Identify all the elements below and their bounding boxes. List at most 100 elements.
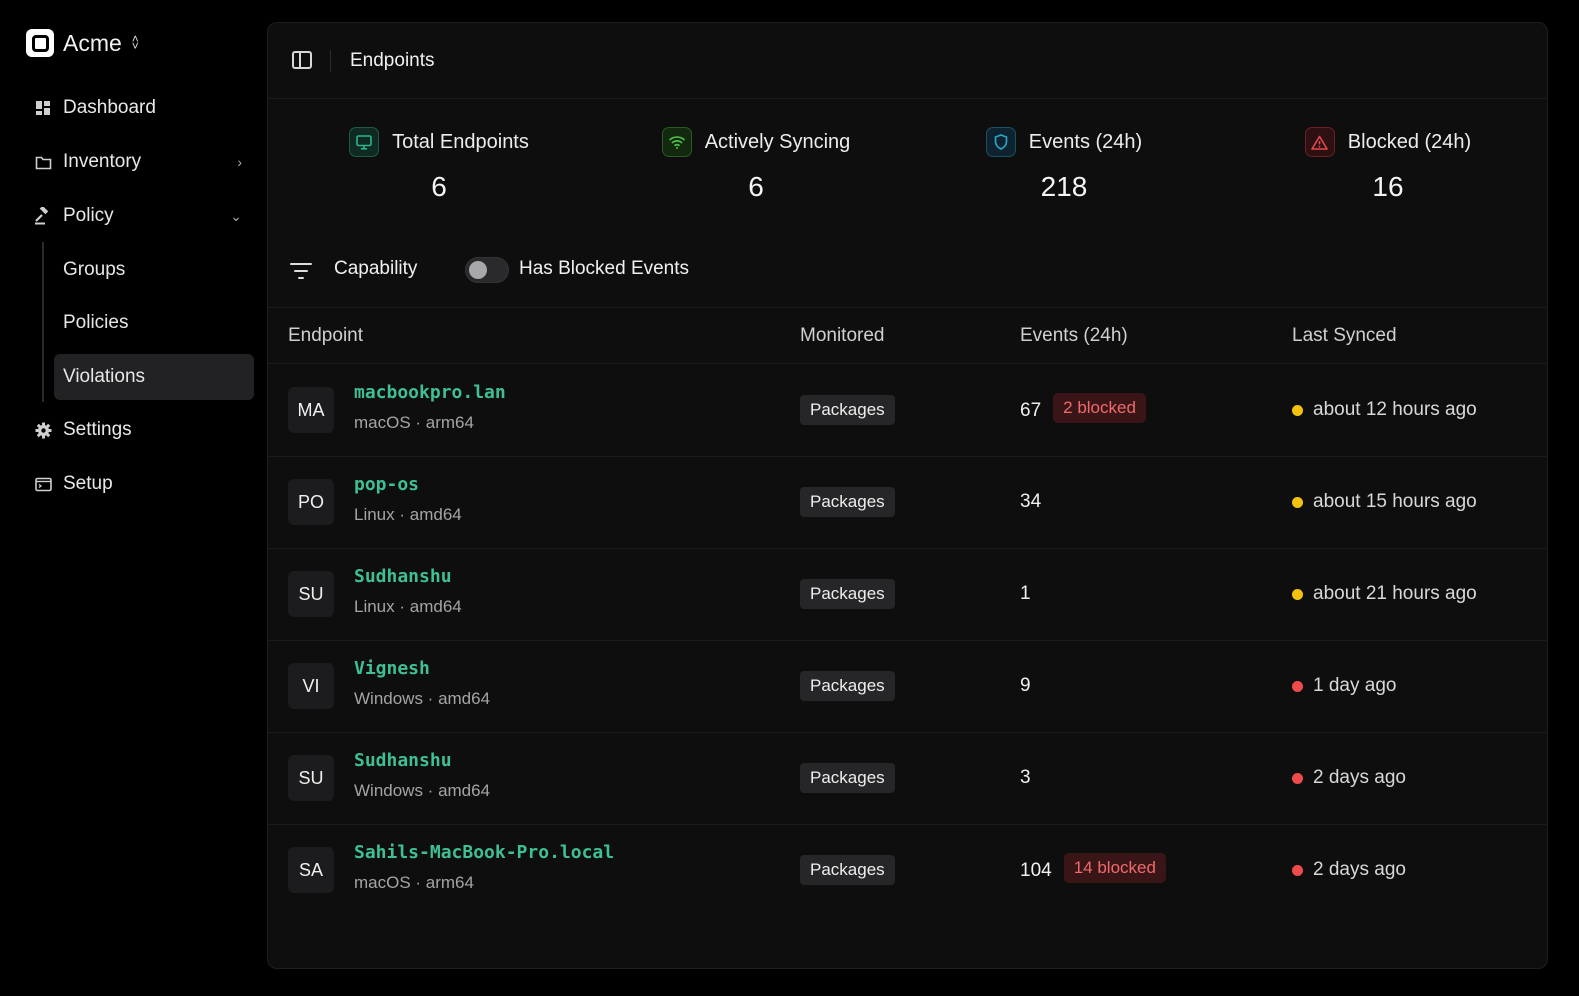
terminal-icon [34, 475, 52, 493]
monitored-badge: Packages [800, 395, 895, 425]
endpoint-name-link[interactable]: pop-os [354, 474, 419, 495]
endpoint-platform: Windows · amd64 [354, 781, 491, 800]
events-count: 9 [1020, 675, 1031, 696]
monitor-icon [349, 127, 380, 157]
toggle-label: Has Blocked Events [519, 258, 690, 279]
stat-events-24h: Events (24h) 218 [934, 127, 1194, 203]
blocked-badge: 14 blocked [1063, 853, 1166, 883]
sidebar-item-policies[interactable]: Policies [54, 300, 254, 346]
breadcrumb: Endpoints [350, 50, 435, 71]
table-row[interactable]: SU Sudhanshu Linux · amd64 Packages 1 about 2… [268, 548, 1547, 641]
table-row[interactable]: PO pop-os Linux · amd64 Packages 34 about 15 … [268, 456, 1547, 549]
avatar: VI [288, 663, 334, 709]
sidebar-item-label: Violations [63, 366, 146, 387]
events-cell: 67 2 blocked [1020, 393, 1146, 423]
sidebar-item-policy[interactable]: Policy ⌄ [34, 193, 254, 239]
last-synced-text: about 15 hours ago [1313, 491, 1477, 512]
sidebar-item-label: Policies [63, 312, 129, 333]
table-row[interactable]: SU Sudhanshu Windows · amd64 Packages 3 2 day… [268, 732, 1547, 825]
stat-label: Actively Syncing [704, 130, 851, 153]
stat-total-endpoints: Total Endpoints 6 [309, 127, 569, 203]
column-header-last-synced[interactable]: Last Synced [1292, 325, 1397, 347]
blocked-badge: 2 blocked [1053, 393, 1146, 423]
filter-bar: Capability Has Blocked Events [268, 251, 1547, 308]
sidebar-item-settings[interactable]: Settings [34, 407, 254, 453]
table-row[interactable]: MA macbookpro.lan macOS · arm64 Packages 67 2… [268, 364, 1547, 457]
events-count: 3 [1020, 767, 1031, 788]
has-blocked-events-toggle[interactable] [465, 257, 509, 283]
column-header-endpoint[interactable]: Endpoint [288, 325, 363, 347]
column-header-monitored[interactable]: Monitored [800, 325, 885, 347]
monitored-badge: Packages [800, 579, 895, 609]
gear-icon [34, 421, 52, 439]
last-synced-cell: 1 day ago [1292, 675, 1396, 697]
endpoint-platform: Linux · amd64 [354, 505, 462, 524]
toggle-knob [469, 261, 487, 279]
endpoint-name-link[interactable]: Vignesh [354, 658, 430, 679]
sidebar-item-label: Groups [63, 259, 126, 280]
table-row[interactable]: VI Vignesh Windows · amd64 Packages 9 1 day a… [268, 640, 1547, 733]
stat-actively-syncing: Actively Syncing 6 [626, 127, 886, 203]
avatar: SA [288, 847, 334, 893]
last-synced-cell: about 21 hours ago [1292, 583, 1477, 605]
gavel-icon [34, 207, 52, 225]
last-synced-cell: 2 days ago [1292, 859, 1406, 881]
sidebar-item-groups[interactable]: Groups [54, 247, 254, 293]
events-count: 34 [1020, 491, 1042, 512]
endpoint-platform: macOS · arm64 [354, 413, 474, 432]
sidebar-item-label: Inventory [63, 151, 142, 172]
monitored-badge: Packages [800, 487, 895, 517]
stat-value: 218 [1040, 171, 1088, 202]
status-dot [1292, 864, 1303, 876]
sidebar-item-label: Setup [63, 473, 113, 494]
monitored-badge: Packages [800, 763, 895, 793]
endpoint-name-link[interactable]: Sudhanshu [354, 566, 452, 587]
events-cell: 104 14 blocked [1020, 853, 1166, 883]
column-header-events[interactable]: Events (24h) [1020, 325, 1128, 347]
submenu-guide-line [42, 242, 44, 402]
wifi-icon [661, 127, 692, 157]
acme-logo-icon [26, 29, 54, 57]
divider [330, 50, 331, 72]
sidebar-item-label: Settings [63, 419, 132, 440]
status-dot [1292, 772, 1303, 784]
events-count: 104 [1020, 860, 1052, 881]
capability-filter[interactable]: Capability [334, 258, 417, 280]
sidebar-item-violations[interactable]: Violations [54, 354, 254, 400]
sidebar-toggle-icon[interactable] [292, 51, 312, 69]
sidebar-item-label: Dashboard [63, 97, 156, 118]
avatar: MA [288, 387, 334, 433]
last-synced-text: about 12 hours ago [1313, 399, 1477, 420]
last-synced-text: 2 days ago [1313, 767, 1406, 788]
last-synced-cell: about 15 hours ago [1292, 491, 1477, 513]
folder-icon [34, 153, 52, 171]
endpoint-name-link[interactable]: Sudhanshu [354, 750, 452, 771]
endpoint-platform: macOS · arm64 [354, 873, 474, 892]
status-dot [1292, 680, 1303, 692]
stat-value: 16 [1372, 171, 1404, 202]
sidebar-item-label: Policy [63, 205, 114, 226]
sidebar-item-dashboard[interactable]: Dashboard [34, 85, 254, 131]
dashboard-icon [34, 99, 52, 117]
monitored-badge: Packages [800, 671, 895, 701]
shield-icon [985, 127, 1016, 157]
sidebar-item-setup[interactable]: Setup [34, 461, 254, 507]
avatar: SU [288, 755, 334, 801]
org-switcher[interactable]: Acme ˄ ˅ [26, 28, 139, 58]
sidebar-item-inventory[interactable]: Inventory › [34, 139, 254, 185]
last-synced-text: 2 days ago [1313, 859, 1406, 880]
status-dot [1292, 404, 1303, 416]
endpoint-name-link[interactable]: Sahils-MacBook-Pro.local [354, 842, 614, 863]
filter-icon[interactable] [290, 260, 314, 280]
avatar: SU [288, 571, 334, 617]
events-cell: 1 [1020, 583, 1031, 605]
stat-label: Events (24h) [1028, 130, 1143, 153]
endpoint-platform: Windows · amd64 [354, 689, 491, 708]
endpoint-platform: Linux · amd64 [354, 597, 462, 616]
events-count: 67 [1020, 400, 1042, 421]
top-bar: Endpoints [268, 23, 1547, 99]
endpoint-name-link[interactable]: macbookpro.lan [354, 382, 506, 403]
last-synced-cell: 2 days ago [1292, 767, 1406, 789]
stat-value: 6 [748, 171, 764, 202]
table-row[interactable]: SA Sahils-MacBook-Pro.local macOS · arm64 P… [268, 824, 1547, 916]
